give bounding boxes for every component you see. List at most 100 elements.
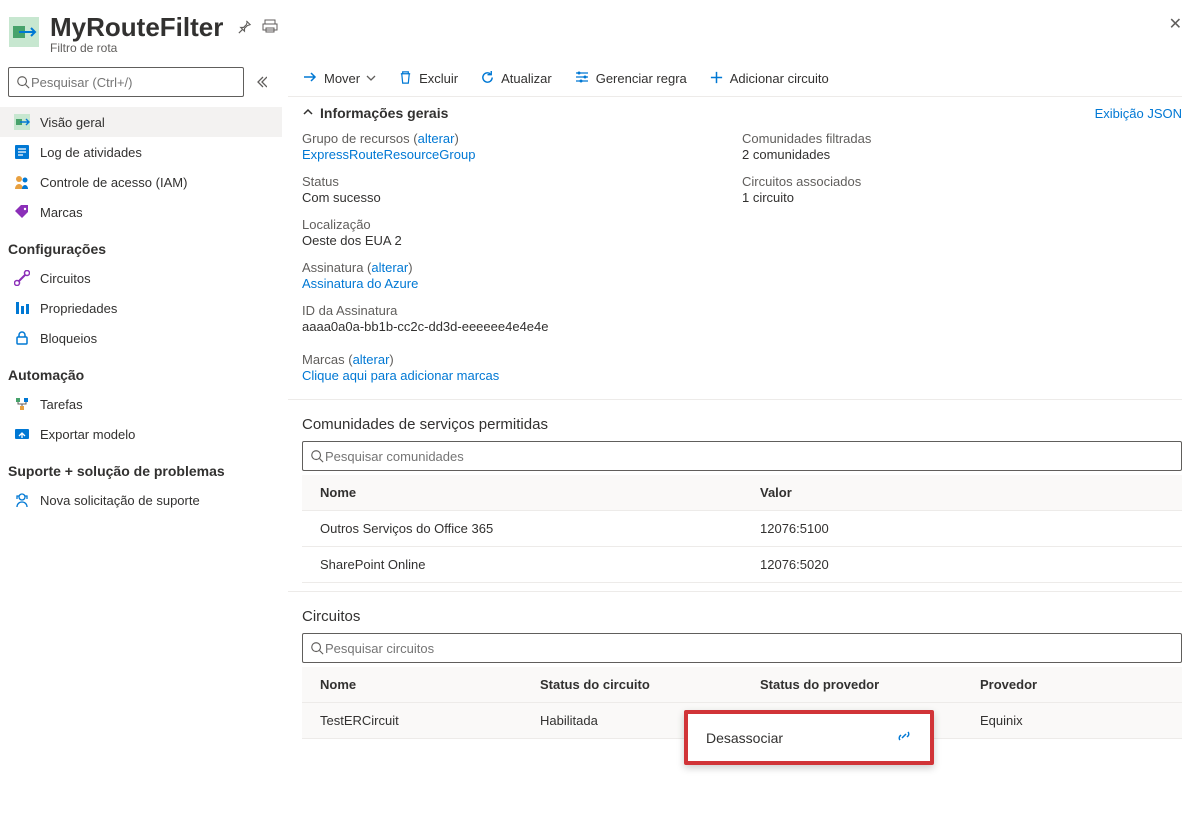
communities-section-title: Comunidades de serviços permitidas — [302, 408, 1182, 441]
pin-icon[interactable] — [237, 19, 252, 37]
change-subscription-link[interactable]: alterar — [371, 260, 408, 275]
print-icon[interactable] — [262, 18, 278, 37]
support-icon — [14, 492, 30, 508]
search-icon — [309, 448, 325, 464]
delete-button[interactable]: Excluir — [398, 70, 458, 88]
sidebar: Visão geral Log de atividades Controle d… — [0, 61, 288, 747]
circuits-section-title: Circuitos — [302, 600, 1182, 633]
dissociate-menu-item[interactable]: Desassociar — [688, 714, 930, 761]
sidebar-item-locks[interactable]: Bloqueios — [0, 323, 282, 353]
activity-log-icon — [14, 144, 30, 160]
sidebar-item-tags[interactable]: Marcas — [0, 197, 282, 227]
search-icon — [15, 74, 31, 90]
table-row[interactable]: Outros Serviços do Office 365 12076:5100 — [302, 511, 1182, 547]
sidebar-section-automation: Automação — [0, 353, 282, 389]
change-tags-link[interactable]: alterar — [353, 352, 390, 367]
sidebar-item-label: Circuitos — [40, 271, 91, 286]
refresh-icon — [480, 70, 495, 88]
associated-circuits-value: 1 circuito — [742, 190, 1182, 205]
resource-group-value[interactable]: ExpressRouteResourceGroup — [302, 147, 742, 162]
sidebar-item-label: Marcas — [40, 205, 83, 220]
subscription-label: Assinatura (alterar) — [302, 260, 742, 275]
subscription-value[interactable]: Assinatura do Azure — [302, 276, 742, 291]
column-header-name[interactable]: Nome — [302, 475, 742, 511]
sidebar-item-circuits[interactable]: Circuitos — [0, 263, 282, 293]
sidebar-item-label: Tarefas — [40, 397, 83, 412]
communities-search-input[interactable] — [302, 441, 1182, 471]
sidebar-item-tasks[interactable]: Tarefas — [0, 389, 282, 419]
main-content: Mover Excluir Atualizar — [288, 61, 1200, 747]
sidebar-item-label: Exportar modelo — [40, 427, 135, 442]
close-icon[interactable]: ✕ — [1169, 14, 1182, 34]
sidebar-item-label: Visão geral — [40, 115, 105, 130]
tasks-icon — [14, 396, 30, 412]
essentials-panel: Informações gerais Exibição JSON Grupo d… — [288, 96, 1182, 399]
column-header-provider-status[interactable]: Status do provedor — [742, 667, 962, 703]
status-label: Status — [302, 174, 742, 189]
circuits-icon — [14, 270, 30, 286]
communities-section: Comunidades de serviços permitidas Nome … — [288, 399, 1182, 591]
associated-circuits-label: Circuitos associados — [742, 174, 1182, 189]
column-header-circuit-status[interactable]: Status do circuito — [522, 667, 742, 703]
delete-icon — [398, 70, 413, 88]
manage-rule-button[interactable]: Gerenciar regra — [574, 69, 687, 88]
add-icon — [709, 70, 724, 88]
sidebar-collapse-button[interactable] — [248, 68, 274, 96]
sidebar-item-overview[interactable]: Visão geral — [0, 107, 282, 137]
subscription-id-value: aaaa0a0a-bb1b-cc2c-dd3d-eeeeee4e4e4e — [302, 319, 742, 334]
column-header-name[interactable]: Nome — [302, 667, 522, 703]
move-icon — [302, 69, 318, 88]
resource-group-label: Grupo de recursos (alterar) — [302, 131, 742, 146]
tags-value[interactable]: Clique aqui para adicionar marcas — [302, 368, 742, 383]
context-menu: Desassociar — [684, 710, 934, 765]
route-filter-icon — [8, 16, 40, 48]
iam-icon — [14, 174, 30, 190]
sidebar-item-label: Controle de acesso (IAM) — [40, 175, 187, 190]
resource-type-label: Filtro de rota — [50, 41, 1169, 55]
status-value: Com sucesso — [302, 190, 742, 205]
page-title: MyRouteFilter — [50, 12, 223, 43]
filtered-communities-value: 2 comunidades — [742, 147, 1182, 162]
export-template-icon — [14, 426, 30, 442]
sidebar-item-iam[interactable]: Controle de acesso (IAM) — [0, 167, 282, 197]
refresh-button[interactable]: Atualizar — [480, 70, 552, 88]
lock-icon — [14, 330, 30, 346]
move-button[interactable]: Mover — [302, 69, 376, 88]
dissociate-icon — [896, 728, 912, 747]
sidebar-section-support: Suporte + solução de problemas — [0, 449, 282, 485]
chevron-up-icon[interactable] — [302, 105, 314, 121]
sidebar-item-new-support-request[interactable]: Nova solicitação de suporte — [0, 485, 282, 515]
sidebar-item-label: Log de atividades — [40, 145, 142, 160]
tags-icon — [14, 204, 30, 220]
communities-table: Nome Valor Outros Serviços do Office 365… — [302, 475, 1182, 583]
filtered-communities-label: Comunidades filtradas — [742, 131, 1182, 146]
search-icon — [309, 640, 325, 656]
sidebar-section-settings: Configurações — [0, 227, 282, 263]
location-label: Localização — [302, 217, 742, 232]
sidebar-item-label: Nova solicitação de suporte — [40, 493, 200, 508]
json-view-link[interactable]: Exibição JSON — [1095, 106, 1182, 121]
column-header-value[interactable]: Valor — [742, 475, 1182, 511]
resource-header: MyRouteFilter Filtro de rota ✕ — [0, 0, 1200, 61]
circuits-section: Circuitos Nome Status do circuito Status… — [288, 591, 1182, 747]
sidebar-item-properties[interactable]: Propriedades — [0, 293, 282, 323]
sidebar-item-export-template[interactable]: Exportar modelo — [0, 419, 282, 449]
menu-search-input[interactable] — [8, 67, 244, 97]
properties-icon — [14, 300, 30, 316]
change-rg-link[interactable]: alterar — [418, 131, 455, 146]
location-value: Oeste dos EUA 2 — [302, 233, 742, 248]
tags-label: Marcas (alterar) — [302, 352, 742, 367]
command-bar: Mover Excluir Atualizar — [288, 61, 1182, 96]
route-filter-small-icon — [14, 114, 30, 130]
chevron-down-icon — [366, 71, 376, 86]
sidebar-item-activity-log[interactable]: Log de atividades — [0, 137, 282, 167]
column-header-provider[interactable]: Provedor — [962, 667, 1182, 703]
essentials-title: Informações gerais — [320, 105, 448, 121]
subscription-id-label: ID da Assinatura — [302, 303, 742, 318]
sidebar-item-label: Bloqueios — [40, 331, 97, 346]
table-row[interactable]: SharePoint Online 12076:5020 — [302, 547, 1182, 583]
sidebar-item-label: Propriedades — [40, 301, 117, 316]
circuits-search-input[interactable] — [302, 633, 1182, 663]
manage-rule-icon — [574, 69, 590, 88]
add-circuit-button[interactable]: Adicionar circuito — [709, 70, 829, 88]
